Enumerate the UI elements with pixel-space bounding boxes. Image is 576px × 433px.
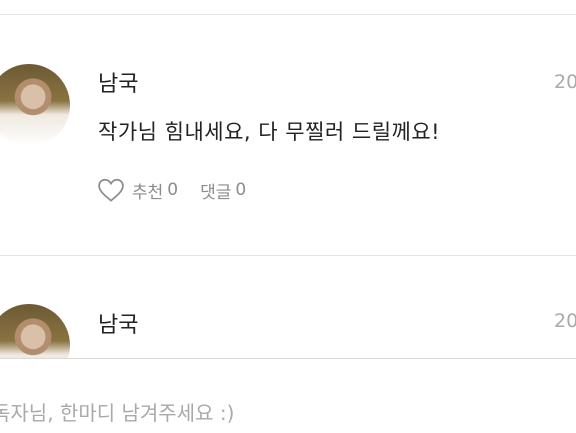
reply-label[interactable]: 댓글 (200, 178, 231, 203)
avatar[interactable] (0, 304, 70, 358)
comment-author[interactable]: 남국 (98, 307, 138, 339)
comment-text: 작가님 힘내세요, 다 무찔러 드릴께요! (98, 120, 441, 144)
like-label[interactable]: 추천 (132, 178, 163, 203)
reply-count: 0 (235, 180, 247, 200)
comment-item: 남국 20 (0, 256, 576, 358)
avatar[interactable] (0, 64, 70, 146)
like-count: 0 (167, 180, 179, 200)
comment-author[interactable]: 남국 (98, 66, 138, 98)
comment-actions: 추천 0 댓글 0 (96, 174, 250, 206)
heart-outline-icon[interactable] (96, 175, 126, 205)
comment-item: 남국 20 작가님 힘내세요, 다 무찔러 드릴께요! 추천 0 댓글 0 (0, 15, 576, 255)
comment-date: 20 (554, 71, 576, 93)
comment-input-placeholder[interactable]: 독자님, 한마디 남겨주세요 :) (0, 397, 234, 426)
comment-input-bar[interactable]: 독자님, 한마디 남겨주세요 :) (0, 358, 576, 433)
comment-date: 20 (554, 310, 576, 332)
